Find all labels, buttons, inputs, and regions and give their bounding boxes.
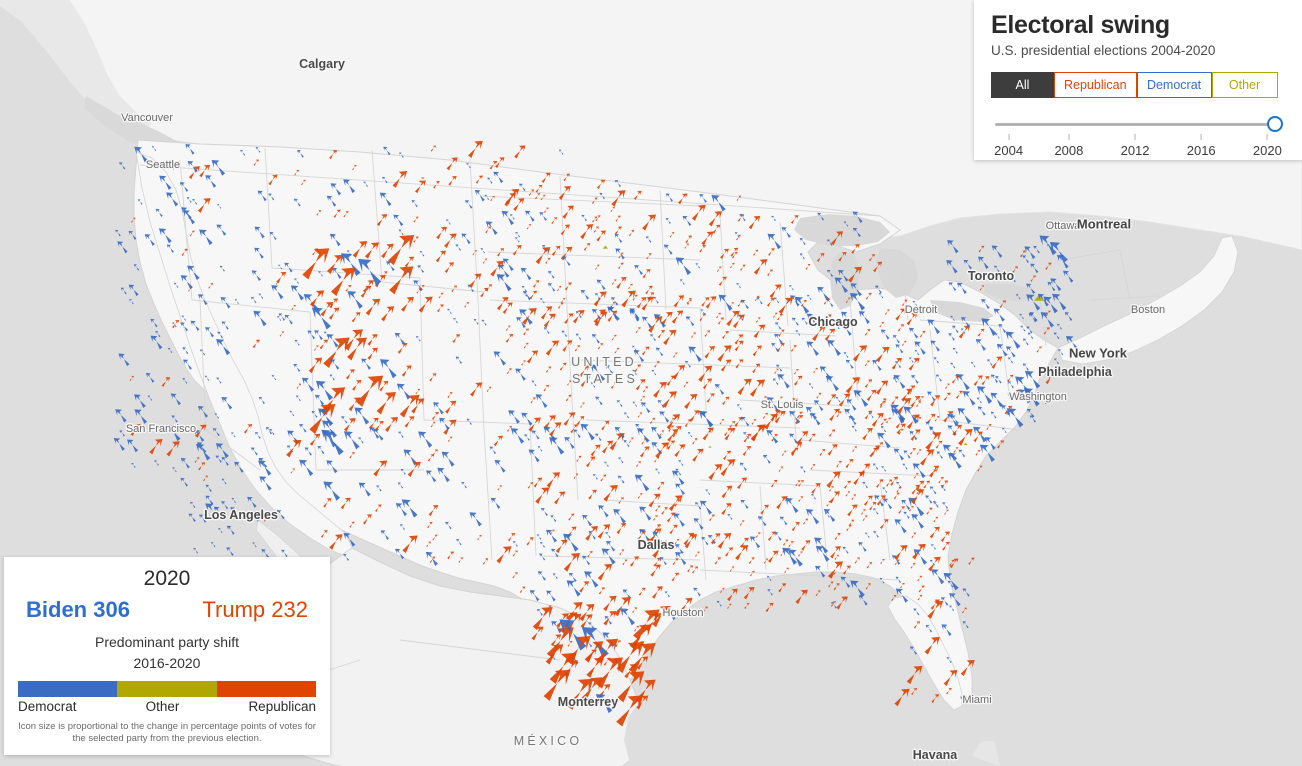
legend-ramp-labels: Democrat Other Republican (18, 699, 316, 714)
slider-tick-2016[interactable]: 2016 (1187, 134, 1216, 158)
tick-mark (1200, 134, 1202, 141)
result-democrat-votes: 306 (93, 597, 130, 623)
page-subtitle: U.S. presidential elections 2004-2020 (991, 43, 1216, 58)
tick-mark (1134, 134, 1136, 141)
page-title: Electoral swing (991, 11, 1170, 39)
legend-label-republican: Republican (248, 698, 316, 714)
tick-mark (1008, 134, 1010, 141)
tick-mark (1068, 134, 1070, 141)
slider-tick-2012[interactable]: 2012 (1121, 134, 1150, 158)
filter-button-other[interactable]: Other (1211, 72, 1278, 99)
legend-swatch-republican (216, 680, 316, 697)
result-republican-name: Trump (202, 597, 266, 623)
result-republican-votes: 232 (271, 597, 308, 623)
tick-label: 2012 (1120, 143, 1150, 159)
legend-year: 2020 (143, 567, 191, 590)
party-filter-segmented-control[interactable]: All Republican Democrat Other (991, 72, 1285, 99)
tick-mark (1266, 134, 1268, 141)
legend-label-other: Other (145, 698, 180, 714)
result-democrat: Biden 306 (26, 597, 130, 623)
legend-results: Biden 306 Trump 232 (18, 597, 316, 623)
legend-swatch-other (117, 680, 217, 697)
filter-button-all[interactable]: All (991, 72, 1054, 99)
slider-track[interactable] (995, 123, 1277, 126)
tick-label: 2016 (1186, 143, 1216, 159)
legend-panel: 2020 Biden 306 Trump 232 Predominant par… (4, 557, 330, 755)
legend-caption-line1: Predominant party shift (95, 634, 239, 651)
legend-color-ramp (18, 680, 316, 697)
legend-caption-line2: 2016-2020 (133, 655, 201, 672)
electoral-swing-map-app: Calgary Vancouver Seattle San Francisco Los … (0, 0, 1302, 766)
filter-button-republican[interactable]: Republican (1054, 72, 1137, 99)
slider-tick-2020[interactable]: 2020 (1253, 134, 1282, 158)
legend-swatch-democrat (18, 680, 118, 697)
year-slider[interactable]: 2004 2008 2012 2016 2020 (991, 114, 1285, 166)
tick-label: 2008 (1054, 143, 1084, 159)
slider-tick-2008[interactable]: 2008 (1054, 134, 1083, 158)
slider-tick-2004[interactable]: 2004 (994, 134, 1023, 158)
tick-label: 2020 (1252, 143, 1282, 159)
result-democrat-name: Biden (26, 597, 88, 623)
slider-handle[interactable] (1267, 116, 1283, 133)
tick-label: 2004 (994, 143, 1024, 159)
filter-button-democrat[interactable]: Democrat (1136, 72, 1212, 99)
legend-label-democrat: Democrat (18, 698, 77, 714)
legend-note: Icon size is proportional to the change … (18, 720, 316, 745)
slider-tick-labels: 2004 2008 2012 2016 2020 (991, 134, 1285, 164)
result-republican: Trump 232 (202, 597, 308, 623)
title-panel: Electoral swing U.S. presidential electi… (974, 0, 1302, 160)
